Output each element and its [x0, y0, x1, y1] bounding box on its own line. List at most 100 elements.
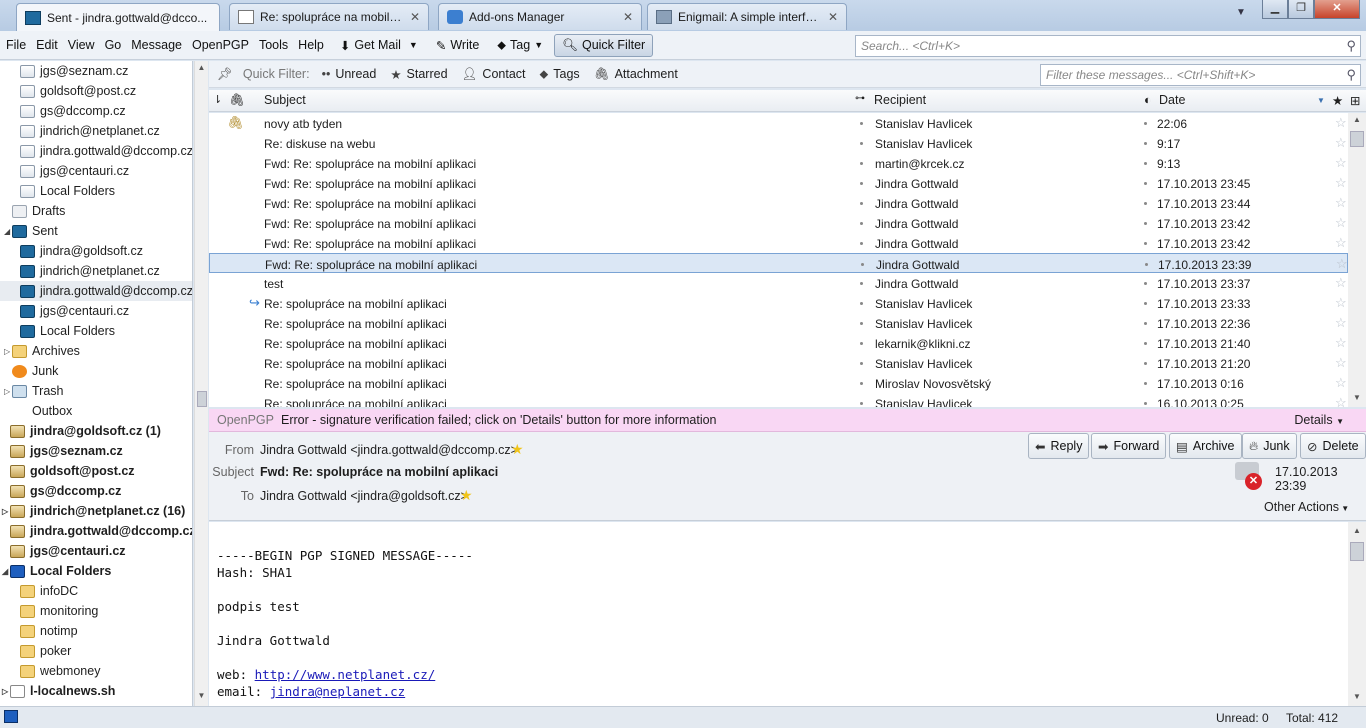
- star-icon[interactable]: ★: [460, 487, 473, 504]
- tab-sent[interactable]: Sent - jindra.gottwald@dcco...: [16, 3, 220, 31]
- menu-message[interactable]: Message: [126, 38, 187, 52]
- message-row[interactable]: Re: spolupráce na mobilní aplikaci lekarn…: [209, 333, 1348, 353]
- expand-twisty-icon[interactable]: ▷: [4, 387, 10, 396]
- folder-item[interactable]: jindra@goldsoft.cz (1): [0, 421, 192, 441]
- correspondent-column-icon[interactable]: ⊶: [855, 93, 865, 104]
- star-icon[interactable]: ☆: [1335, 115, 1347, 131]
- status-dot-icon[interactable]: [1144, 362, 1147, 365]
- status-dot-icon[interactable]: [1144, 122, 1147, 125]
- scroll-up-icon[interactable]: ▲: [196, 63, 207, 75]
- tab-addons[interactable]: Add-ons Manager ✕: [438, 3, 642, 30]
- folder-item[interactable]: jgs@seznam.cz: [0, 61, 192, 81]
- collapse-twisty-icon[interactable]: ◢: [4, 227, 10, 236]
- archive-button[interactable]: ▤ Archive: [1169, 433, 1242, 459]
- filter-unread[interactable]: •• Unread: [322, 67, 377, 81]
- scroll-down-icon[interactable]: ▼: [1351, 393, 1363, 402]
- chevron-down-icon[interactable]: ▼: [409, 40, 418, 50]
- delete-button[interactable]: ⊘ Delete: [1300, 433, 1366, 459]
- status-dot-icon[interactable]: [1144, 142, 1147, 145]
- folder-item[interactable]: notimp: [0, 621, 192, 641]
- message-row[interactable]: Re: diskuse na webu Stanislav Havlicek 9:1…: [209, 133, 1348, 153]
- status-dot-icon[interactable]: [860, 182, 863, 185]
- folder-item[interactable]: jindra.gottwald@dccomp.cz: [0, 521, 192, 541]
- forward-button[interactable]: ➡ Forward: [1091, 433, 1167, 459]
- message-row[interactable]: Re: spolupráce na mobilní aplikaci Stanis…: [209, 353, 1348, 373]
- folder-item[interactable]: ▷ l-localnews.sh: [0, 681, 192, 701]
- status-dot-icon[interactable]: [1144, 242, 1147, 245]
- folder-item[interactable]: jgs@centauri.cz: [0, 161, 192, 181]
- search-icon[interactable]: ⚲: [1346, 38, 1356, 54]
- message-row[interactable]: Fwd: Re: spolupráce na mobilní aplikaci J…: [209, 193, 1348, 213]
- star-icon[interactable]: ☆: [1336, 256, 1348, 272]
- status-dot-icon[interactable]: [1144, 182, 1147, 185]
- folder-item[interactable]: ▷ Archives: [0, 341, 192, 361]
- message-row[interactable]: test Jindra Gottwald 17.10.2013 23:37 ☆: [209, 273, 1348, 293]
- folder-item[interactable]: webmoney: [0, 661, 192, 681]
- search-icon[interactable]: ⚲: [1346, 67, 1356, 83]
- close-tab-icon[interactable]: ✕: [828, 10, 838, 24]
- pin-icon[interactable]: 📌︎: [217, 67, 233, 82]
- message-row[interactable]: Fwd: Re: spolupráce na mobilní aplikaci J…: [209, 173, 1348, 193]
- column-subject[interactable]: Subject: [264, 93, 306, 107]
- folder-item[interactable]: gs@dccomp.cz: [0, 101, 192, 121]
- thread-column-icon[interactable]: ⇂: [213, 93, 222, 106]
- message-row[interactable]: Fwd: Re: spolupráce na mobilní aplikaci J…: [209, 233, 1348, 253]
- scroll-thumb[interactable]: [1350, 542, 1364, 561]
- minimize-icon[interactable]: ▁: [1262, 0, 1288, 19]
- folder-item[interactable]: Local Folders: [0, 321, 192, 341]
- folder-item[interactable]: monitoring: [0, 601, 192, 621]
- close-tab-icon[interactable]: ✕: [410, 10, 420, 24]
- column-date[interactable]: Date: [1159, 93, 1185, 107]
- folder-item[interactable]: ▷ Trash: [0, 381, 192, 401]
- expand-twisty-icon[interactable]: ▷: [2, 687, 8, 696]
- folder-item[interactable]: jindra@goldsoft.cz: [0, 241, 192, 261]
- star-icon[interactable]: ☆: [1335, 155, 1347, 171]
- collapse-twisty-icon[interactable]: ◢: [2, 567, 8, 576]
- status-dot-icon[interactable]: [860, 342, 863, 345]
- status-dot-icon[interactable]: [860, 282, 863, 285]
- web-link[interactable]: http://www.netplanet.cz/: [255, 667, 436, 682]
- folder-item[interactable]: goldsoft@post.cz: [0, 81, 192, 101]
- status-dot-icon[interactable]: [1144, 322, 1147, 325]
- scroll-up-icon[interactable]: ▲: [1351, 115, 1363, 124]
- status-dot-icon[interactable]: [860, 122, 863, 125]
- status-dot-icon[interactable]: [1144, 202, 1147, 205]
- message-row[interactable]: ↪ Re: spolupráce na mobilní aplikaci Stani…: [209, 293, 1348, 313]
- menu-go[interactable]: Go: [100, 38, 127, 52]
- message-row[interactable]: 🖇︎ novy atb tyden Stanislav Havlicek 22:06 ☆: [209, 113, 1348, 133]
- folder-item[interactable]: jindra.gottwald@dccomp.cz: [0, 281, 192, 301]
- message-row[interactable]: Fwd: Re: spolupráce na mobilní aplikaci J…: [209, 213, 1348, 233]
- get-mail-button[interactable]: ⬇ Get Mail ▼: [333, 34, 425, 57]
- menu-help[interactable]: Help: [293, 38, 329, 52]
- quick-filter-button[interactable]: 🔍︎ Quick Filter: [554, 33, 654, 57]
- star-icon[interactable]: ☆: [1335, 215, 1347, 231]
- star-icon[interactable]: ☆: [1335, 175, 1347, 191]
- star-icon[interactable]: ☆: [1335, 315, 1347, 331]
- scroll-down-icon[interactable]: ▼: [1351, 692, 1363, 701]
- folder-item[interactable]: goldsoft@post.cz: [0, 461, 192, 481]
- menu-file[interactable]: File: [1, 38, 31, 52]
- menu-view[interactable]: View: [63, 38, 100, 52]
- star-icon[interactable]: ★: [511, 441, 524, 458]
- message-row[interactable]: Re: spolupráce na mobilní aplikaci Stanis…: [209, 313, 1348, 333]
- scroll-up-icon[interactable]: ▲: [1351, 526, 1363, 535]
- maximize-icon[interactable]: ❐: [1288, 0, 1314, 19]
- status-dot-icon[interactable]: [1144, 342, 1147, 345]
- star-icon[interactable]: ☆: [1335, 335, 1347, 351]
- menu-openpgp[interactable]: OpenPGP: [187, 38, 254, 52]
- menu-edit[interactable]: Edit: [31, 38, 63, 52]
- expand-twisty-icon[interactable]: ▷: [4, 347, 10, 356]
- star-icon[interactable]: ☆: [1335, 275, 1347, 291]
- from-value[interactable]: Jindra Gottwald <jindra.gottwald@dccomp.…: [260, 443, 518, 457]
- folder-item[interactable]: jindra.gottwald@dccomp.cz: [0, 141, 192, 161]
- message-row[interactable]: Fwd: Re: spolupráce na mobilní aplikaci J…: [209, 253, 1348, 273]
- folder-item[interactable]: Junk: [0, 361, 192, 381]
- filter-starred[interactable]: ★ Starred: [390, 67, 447, 82]
- write-button[interactable]: ✎ Write: [429, 34, 486, 57]
- status-dot-icon[interactable]: [861, 263, 864, 266]
- scroll-thumb[interactable]: [1350, 131, 1364, 147]
- star-icon[interactable]: ☆: [1335, 235, 1347, 251]
- tab-enigmail[interactable]: Enigmail: A simple interfa... ✕: [647, 3, 847, 30]
- status-dot-icon[interactable]: [1145, 263, 1148, 266]
- column-picker-icon[interactable]: ⊞: [1350, 93, 1360, 108]
